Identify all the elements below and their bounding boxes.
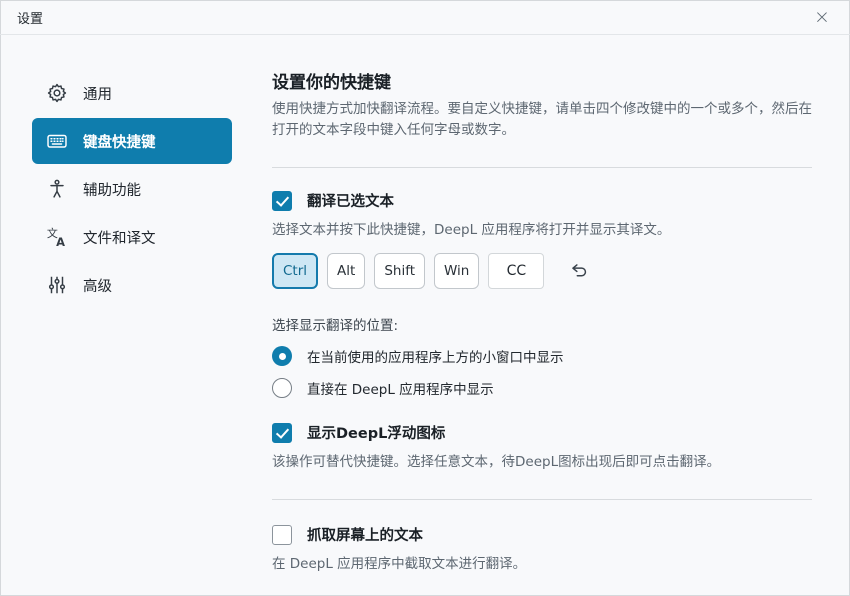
settings-sidebar: 通用 键盘快捷键 辅助功能 文 A 文件和译文	[32, 70, 232, 308]
section-divider	[272, 499, 812, 500]
capture-text-label: 抓取屏幕上的文本	[307, 524, 423, 545]
sidebar-item-label: 高级	[83, 275, 112, 296]
capture-text-setting: 抓取屏幕上的文本	[272, 524, 812, 545]
sidebar-item-label: 文件和译文	[83, 227, 156, 248]
sidebar-item-label: 键盘快捷键	[83, 131, 156, 152]
translate-selected-setting: 翻译已选文本	[272, 190, 812, 211]
translate-shortcut-keys: Ctrl Alt Shift Win CC	[272, 253, 812, 289]
translate-selected-checkbox[interactable]	[272, 191, 292, 211]
custom-key-field[interactable]: CC	[488, 253, 544, 289]
capture-text-description: 在 DeepL 应用程序中截取文本进行翻译。	[272, 554, 812, 574]
close-icon[interactable]: ×	[810, 5, 834, 29]
app-radio-label: 直接在 DeepL 应用程序中显示	[307, 378, 494, 398]
keyboard-icon	[45, 130, 68, 153]
floating-icon-setting: 显示DeepL浮动图标	[272, 422, 812, 443]
sidebar-item-advanced[interactable]: 高级	[32, 262, 232, 308]
window-title: 设置	[17, 8, 43, 27]
sidebar-item-label: 辅助功能	[83, 179, 141, 200]
accessibility-icon	[45, 178, 68, 201]
position-option-app[interactable]: 直接在 DeepL 应用程序中显示	[272, 376, 812, 400]
sidebar-item-accessibility[interactable]: 辅助功能	[32, 166, 232, 212]
sidebar-item-general[interactable]: 通用	[32, 70, 232, 116]
popup-radio-label: 在当前使用的应用程序上方的小窗口中显示	[307, 346, 564, 366]
capture-text-checkbox[interactable]	[272, 525, 292, 545]
key-alt[interactable]: Alt	[327, 253, 365, 289]
sliders-icon	[45, 274, 68, 297]
main-content: 设置你的快捷键 使用快捷方式加快翻译流程。要自定义快捷键，请单击四个修改键中的一…	[272, 35, 812, 577]
key-win[interactable]: Win	[434, 253, 479, 289]
title-bar: 设置 ×	[0, 0, 850, 35]
gear-icon	[45, 82, 68, 105]
floating-icon-label: 显示DeepL浮动图标	[307, 422, 445, 443]
translate-selected-label: 翻译已选文本	[307, 190, 394, 211]
floating-icon-description: 该操作可替代快捷键。选择任意文本，待DeepL图标出现后即可点击翻译。	[272, 452, 812, 472]
sidebar-item-label: 通用	[83, 83, 112, 104]
popup-radio[interactable]	[272, 346, 292, 366]
sidebar-item-files-translations[interactable]: 文 A 文件和译文	[32, 214, 232, 260]
page-title: 设置你的快捷键	[272, 71, 812, 95]
key-shift[interactable]: Shift	[374, 253, 425, 289]
intro-text: 使用快捷方式加快翻译流程。要自定义快捷键，请单击四个修改键中的一个或多个，然后在…	[272, 99, 812, 141]
key-ctrl[interactable]: Ctrl	[272, 253, 318, 289]
translate-selected-description: 选择文本并按下此快捷键，DeepL 应用程序将打开并显示其译文。	[272, 220, 812, 240]
position-option-popup[interactable]: 在当前使用的应用程序上方的小窗口中显示	[272, 344, 812, 368]
position-setting-label: 选择显示翻译的位置:	[272, 316, 812, 336]
floating-icon-checkbox[interactable]	[272, 423, 292, 443]
translate-icon: 文 A	[45, 226, 68, 249]
app-radio[interactable]	[272, 378, 292, 398]
reset-shortcut-button[interactable]	[566, 258, 592, 284]
section-divider	[272, 167, 812, 168]
svg-text:A: A	[56, 235, 65, 248]
sidebar-item-keyboard-shortcuts[interactable]: 键盘快捷键	[32, 118, 232, 164]
